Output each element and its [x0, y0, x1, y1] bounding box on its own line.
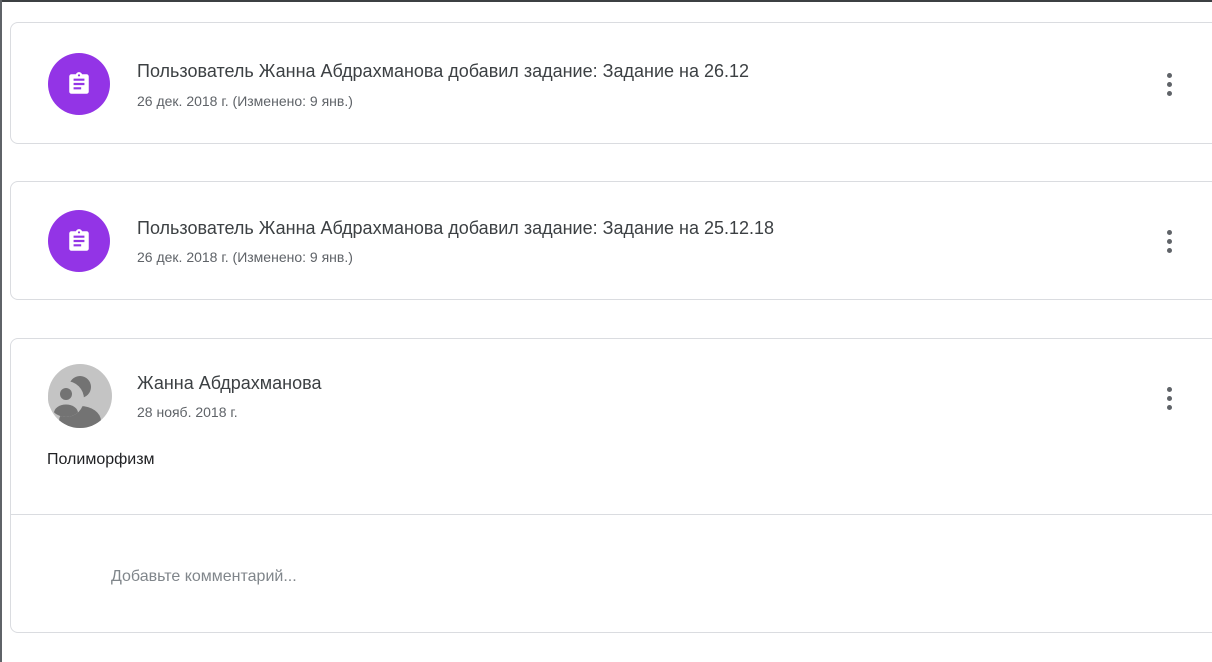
- window-left-border: [0, 0, 2, 662]
- window-top-border: [0, 0, 1212, 2]
- post-body: Полиморфизм: [47, 451, 155, 468]
- stream-post: Жанна Абдрахманова 28 нояб. 2018 г. Поли…: [10, 338, 1212, 633]
- post-author: Жанна Абдрахманова: [137, 373, 322, 393]
- assignment-avatar: [48, 53, 110, 115]
- assignment-avatar: [48, 210, 110, 272]
- stream-item-assignment[interactable]: Пользователь Жанна Абдрахманова добавил …: [10, 22, 1212, 144]
- more-options-button[interactable]: [1157, 381, 1181, 415]
- assignment-icon: [69, 229, 89, 251]
- comment-input[interactable]: [109, 564, 713, 590]
- stream-item-title[interactable]: Пользователь Жанна Абдрахманова добавил …: [137, 218, 774, 239]
- commenter-avatar: [48, 381, 84, 417]
- more-options-button[interactable]: [1157, 67, 1181, 101]
- divider: [11, 514, 1212, 515]
- stream-item-title[interactable]: Пользователь Жанна Абдрахманова добавил …: [137, 61, 749, 82]
- more-vert-icon: [1166, 229, 1172, 235]
- more-vert-icon: [1166, 72, 1172, 78]
- more-options-button[interactable]: [1157, 224, 1181, 258]
- stream-item-assignment[interactable]: Пользователь Жанна Абдрахманова добавил …: [10, 181, 1212, 300]
- more-vert-icon: [1166, 386, 1172, 392]
- stream-item-date: 26 дек. 2018 г. (Изменено: 9 янв.): [137, 93, 353, 109]
- stream-item-date: 26 дек. 2018 г. (Изменено: 9 янв.): [137, 249, 353, 265]
- person-icon: [54, 388, 78, 417]
- assignment-icon: [69, 72, 89, 94]
- post-date: 28 нояб. 2018 г.: [137, 404, 238, 420]
